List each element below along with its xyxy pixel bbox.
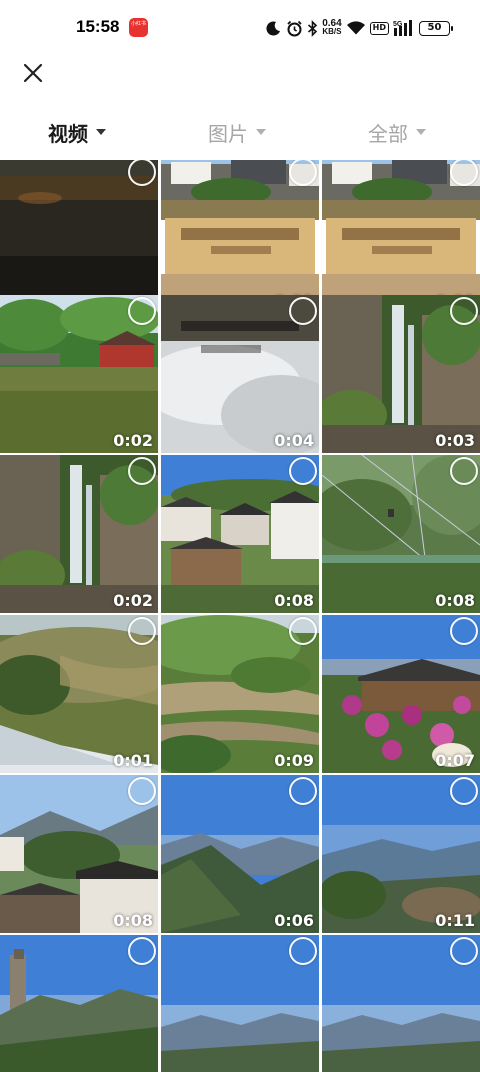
video-thumbnail[interactable]: 0:06 [161,775,319,933]
video-thumbnail[interactable]: 0:02 [0,295,158,453]
video-thumbnail[interactable] [161,935,319,1072]
video-thumbnail[interactable]: 0:04 [161,295,319,453]
video-duration: 0:03 [435,431,475,450]
video-thumbnail[interactable]: 0:11 [322,775,480,933]
tab-all[interactable]: 全部 [368,112,426,152]
video-thumbnail[interactable]: 0:08 [322,455,480,613]
video-thumbnail[interactable] [322,935,480,1072]
select-checkbox[interactable] [450,617,478,645]
select-checkbox[interactable] [450,937,478,965]
video-duration: 0:08 [113,911,153,930]
media-filter-tabs: 视频 图片 全部 [0,112,480,152]
video-duration: 0:08 [435,591,475,610]
video-thumbnail[interactable]: 0:01 [161,160,319,314]
signal-icon: 5G [393,17,415,39]
bluetooth-icon [307,17,318,39]
video-duration: 0:11 [435,911,475,930]
select-checkbox[interactable] [128,937,156,965]
select-checkbox[interactable] [289,777,317,805]
video-thumbnail[interactable]: 0:08 [0,775,158,933]
video-duration: 0:01 [113,751,153,770]
alarm-icon [286,17,303,39]
moon-icon [266,17,282,39]
select-checkbox[interactable] [289,297,317,325]
video-duration: 0:08 [274,591,314,610]
video-duration: 0:02 [113,431,153,450]
status-time: 15:58 [76,17,120,36]
video-thumbnail[interactable]: 0:01 [322,160,480,314]
video-thumbnail[interactable]: 0:02 [0,455,158,613]
status-icons: 0.64 KB/S HD 5G 50 [266,16,453,40]
select-checkbox[interactable] [289,457,317,485]
media-grid: 0:04 0:01 0:01 0:02 [0,160,480,1072]
select-checkbox[interactable] [289,937,317,965]
caret-down-icon [256,129,266,135]
select-checkbox[interactable] [128,777,156,805]
tab-videos[interactable]: 视频 [48,112,106,152]
video-duration: 0:06 [274,911,314,930]
network-speed: 0.64 KB/S [322,18,342,36]
video-thumbnail[interactable] [0,935,158,1072]
caret-down-icon [416,129,426,135]
xiaohongshu-app-icon: 小红书 [129,18,148,37]
tab-images[interactable]: 图片 [208,112,266,152]
tab-label: 图片 [208,121,248,146]
select-checkbox[interactable] [289,617,317,645]
tab-label: 全部 [368,121,408,146]
select-checkbox[interactable] [128,297,156,325]
close-button[interactable] [16,56,50,90]
video-thumbnail[interactable]: 0:08 [161,455,319,613]
wifi-icon [346,17,366,39]
select-checkbox[interactable] [128,457,156,485]
video-duration: 0:09 [274,751,314,770]
video-thumbnail[interactable]: 0:09 [161,615,319,773]
close-icon [23,63,43,83]
battery-indicator: 50 [419,20,453,36]
hd-badge: HD [369,21,389,35]
select-checkbox[interactable] [128,617,156,645]
video-thumbnail[interactable]: 0:07 [322,615,480,773]
video-thumbnail[interactable]: 0:01 [0,615,158,773]
video-duration: 0:07 [435,751,475,770]
video-thumbnail[interactable]: 0:04 [0,160,158,314]
video-duration: 0:02 [113,591,153,610]
select-checkbox[interactable] [450,297,478,325]
tab-label: 视频 [48,121,88,146]
select-checkbox[interactable] [450,777,478,805]
video-duration: 0:04 [274,431,314,450]
select-checkbox[interactable] [450,457,478,485]
caret-down-icon [96,129,106,135]
status-bar: 15:58 小红书 0.64 KB/S HD 5G 50 [0,0,480,56]
video-thumbnail[interactable]: 0:03 [322,295,480,453]
